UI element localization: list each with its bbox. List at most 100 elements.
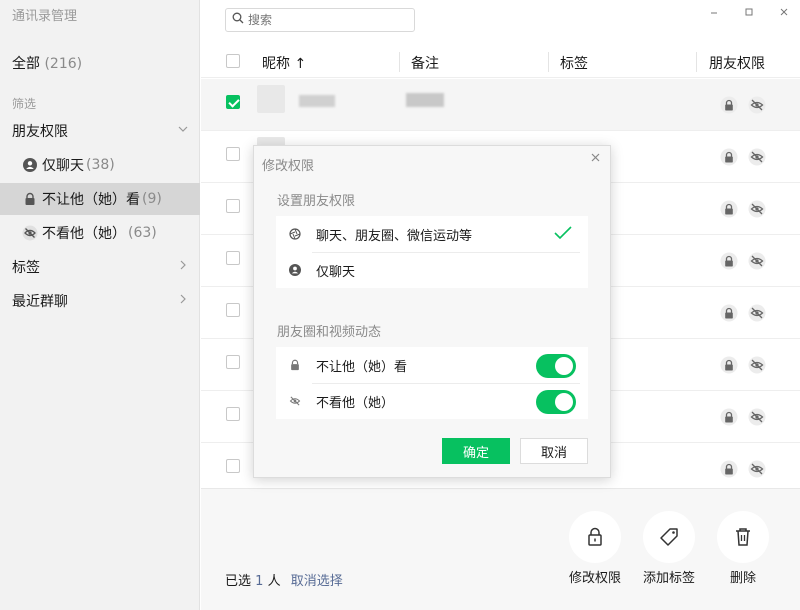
option-chat-moments-werun[interactable]: 聊天、朋友圈、微信运动等	[276, 216, 588, 252]
permission-icons	[719, 147, 767, 167]
sidebar-item-label: 不让他（她）看	[42, 192, 140, 208]
eye-off-icon	[747, 355, 767, 375]
selected-unit: 人	[267, 574, 281, 589]
sidebar-item-label: 不看他（她）	[42, 226, 126, 242]
row-checkbox[interactable]	[226, 459, 240, 473]
moments-options: 不让他（她）看 不看他（她）	[276, 347, 588, 419]
chevron-down-icon	[178, 123, 188, 137]
row-checkbox[interactable]	[226, 199, 240, 213]
lock-icon	[719, 355, 739, 375]
table-row[interactable]	[201, 79, 800, 131]
sidebar-item-hide-moments[interactable]: 不看他（她） (63)	[0, 217, 200, 249]
sidebar-item-count: (9)	[142, 191, 162, 207]
block-moments-toggle[interactable]	[536, 354, 576, 378]
permission-options: 聊天、朋友圈、微信运动等 仅聊天	[276, 216, 588, 288]
eye-off-icon	[747, 251, 767, 271]
maximize-icon[interactable]	[741, 6, 757, 20]
toggle-row-hide-moments: 不看他（她）	[276, 383, 588, 419]
row-checkbox[interactable]	[226, 303, 240, 317]
sidebar-item-label: 仅聊天	[42, 158, 84, 174]
add-tag-button[interactable]: 添加标签	[633, 511, 705, 586]
remark-blurred	[406, 93, 444, 107]
person-icon	[22, 157, 38, 173]
toggle-row-block-moments: 不让他（她）看	[276, 347, 588, 383]
row-checkbox[interactable]	[226, 95, 240, 109]
column-tag[interactable]: 标签	[560, 53, 588, 73]
sort-arrow-icon: ↑	[294, 56, 307, 72]
option-label: 不让他（她）看	[316, 359, 408, 375]
action-label: 删除	[729, 571, 756, 586]
column-permission[interactable]: 朋友权限	[709, 53, 765, 73]
sidebar-section-recent-groups[interactable]: 最近群聊	[0, 285, 200, 317]
selected-prefix: 已选	[225, 574, 252, 589]
permission-icons	[719, 303, 767, 323]
tag-icon	[643, 511, 695, 563]
hide-moments-toggle[interactable]	[536, 390, 576, 414]
permission-icons	[719, 407, 767, 427]
avatar	[257, 85, 285, 113]
minimize-icon[interactable]	[706, 6, 722, 20]
sidebar-item-chat-only[interactable]: 仅聊天 (38)	[0, 149, 200, 181]
action-label: 添加标签	[642, 571, 695, 586]
row-checkbox[interactable]	[226, 251, 240, 265]
eye-off-icon	[747, 407, 767, 427]
close-icon[interactable]	[591, 151, 600, 166]
person-icon	[288, 263, 302, 277]
lock-icon	[569, 511, 621, 563]
trash-icon	[717, 511, 769, 563]
aperture-icon	[288, 227, 302, 241]
sidebar-section-friend-permission[interactable]: 朋友权限	[0, 115, 200, 147]
lock-icon	[719, 407, 739, 427]
row-checkbox[interactable]	[226, 355, 240, 369]
close-icon[interactable]	[776, 6, 792, 20]
permission-icons	[719, 95, 767, 115]
sidebar-item-all[interactable]: 全部 (216)	[12, 53, 82, 73]
search-box[interactable]	[225, 8, 415, 32]
lock-icon	[719, 251, 739, 271]
delete-button[interactable]: 删除	[707, 511, 779, 586]
row-checkbox[interactable]	[226, 147, 240, 161]
column-divider	[696, 52, 697, 72]
option-label: 仅聊天	[316, 264, 356, 280]
modify-permission-button[interactable]: 修改权限	[559, 511, 631, 586]
sidebar-all-label: 全部	[12, 56, 40, 72]
column-remark[interactable]: 备注	[411, 53, 439, 73]
sidebar-item-block-moments[interactable]: 不让他（她）看 (9)	[0, 183, 200, 215]
check-icon	[554, 226, 572, 244]
lock-icon	[719, 95, 739, 115]
app-title: 通讯录管理	[12, 9, 78, 24]
section-heading: 设置朋友权限	[277, 194, 356, 209]
lock-icon	[719, 147, 739, 167]
confirm-button[interactable]: 确定	[442, 438, 510, 464]
filter-heading: 筛选	[12, 97, 37, 111]
lock-icon	[719, 303, 739, 323]
bottom-action-bar: 已选 1 人 取消选择 修改权限 添加标签 删除	[201, 488, 800, 610]
sidebar-section-tags[interactable]: 标签	[0, 251, 200, 283]
cancel-selection-link[interactable]: 取消选择	[291, 574, 343, 589]
section-label: 朋友权限	[12, 124, 68, 140]
eye-off-icon	[288, 394, 302, 408]
select-all-checkbox[interactable]	[226, 54, 240, 68]
eye-off-icon	[747, 95, 767, 115]
dialog-title: 修改权限	[262, 159, 315, 174]
nickname-blurred	[299, 95, 335, 107]
cancel-button[interactable]: 取消	[520, 438, 588, 464]
sidebar-all-count: (216)	[44, 56, 83, 72]
lock-icon	[22, 191, 38, 207]
section-label: 最近群聊	[12, 294, 68, 310]
section-label: 标签	[12, 260, 40, 276]
selection-status: 已选 1 人 取消选择	[225, 570, 343, 589]
section-heading: 朋友圈和视频动态	[277, 325, 382, 340]
option-chat-only[interactable]: 仅聊天	[276, 252, 588, 288]
row-checkbox[interactable]	[226, 407, 240, 421]
modify-permission-dialog: 修改权限 设置朋友权限 聊天、朋友圈、微信运动等 仅聊天 朋友圈和视频动态 不让…	[253, 145, 611, 478]
column-nickname[interactable]: 昵称 ↑	[262, 53, 306, 73]
permission-icons	[719, 459, 767, 479]
column-divider	[548, 52, 549, 72]
sidebar: 通讯录管理 全部 (216) 筛选 朋友权限 仅聊天 (38) 不让他（她）看 …	[0, 0, 200, 610]
lock-icon	[288, 358, 302, 372]
search-input[interactable]	[248, 13, 398, 27]
column-label: 昵称	[262, 56, 290, 72]
table-header: 昵称 ↑ 备注 标签 朋友权限	[201, 44, 800, 78]
eye-off-icon	[747, 303, 767, 323]
